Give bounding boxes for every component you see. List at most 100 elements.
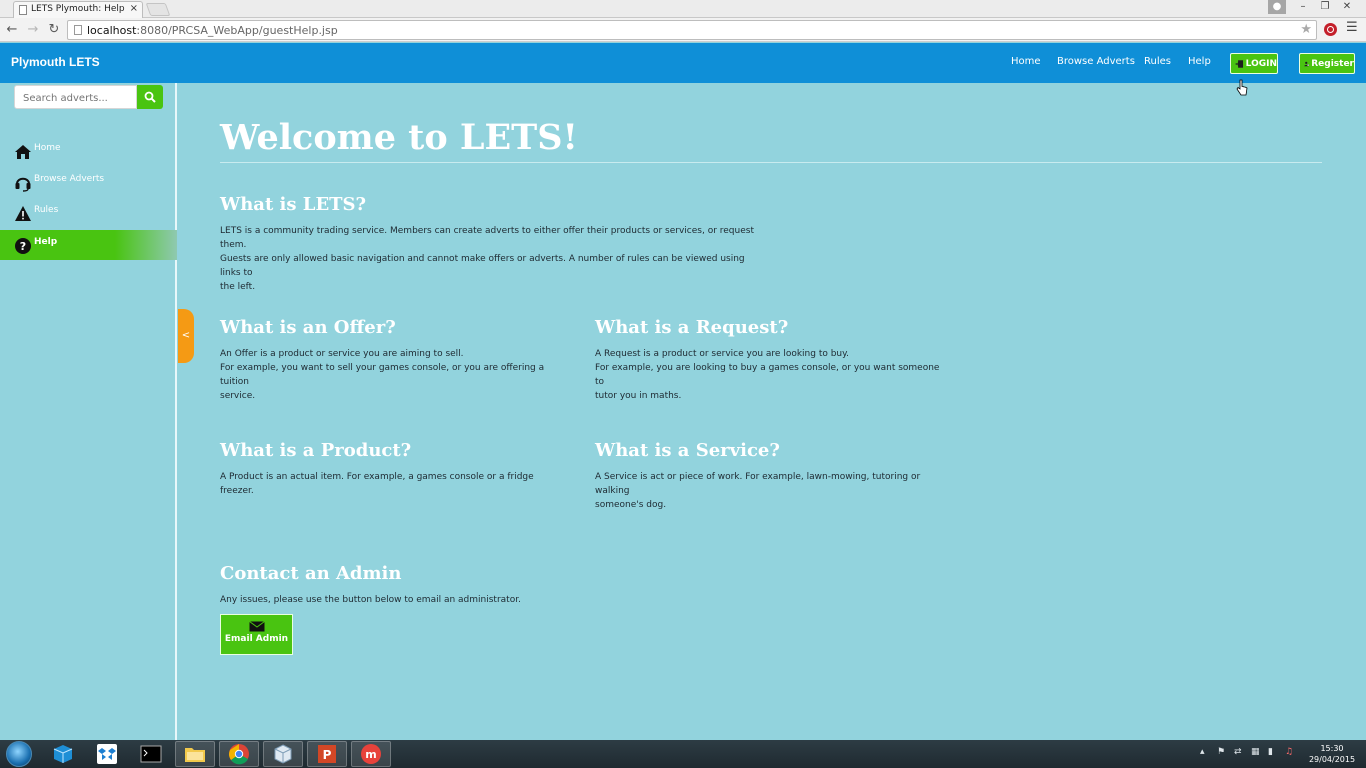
cube-app-icon bbox=[53, 745, 73, 763]
sidebar-item-home[interactable]: Home bbox=[0, 136, 177, 166]
tab-close-icon[interactable]: × bbox=[130, 3, 138, 14]
section-heading-request: What is a Request? bbox=[595, 317, 789, 338]
new-tab-button[interactable] bbox=[145, 3, 171, 16]
product-text: A Product is an actual item. For example… bbox=[220, 472, 534, 496]
clock-time: 15:30 bbox=[1320, 744, 1344, 753]
main-content: Welcome to LETS! What is LETS? LETS is a… bbox=[179, 83, 1366, 740]
sidebar-item-label: Rules bbox=[34, 205, 59, 215]
restore-button[interactable]: ❐ bbox=[1314, 0, 1336, 14]
taskbar-app-chrome[interactable] bbox=[219, 741, 259, 767]
window-controls: ● – ❐ ✕ bbox=[1268, 0, 1358, 16]
sidebar-item-browse-adverts[interactable]: Browse Adverts bbox=[0, 167, 177, 197]
question-icon: ? bbox=[15, 238, 31, 254]
sidebar-item-label: Help bbox=[34, 237, 58, 247]
request-text: A Request is a product or service you ar… bbox=[595, 349, 940, 401]
taskbar-app-virtualbox[interactable] bbox=[43, 741, 83, 767]
browser-tab[interactable]: LETS Plymouth: Help × bbox=[13, 1, 143, 18]
recorder-icon: m bbox=[361, 744, 381, 764]
what-is-lets-text: LETS is a community trading service. Mem… bbox=[220, 226, 754, 292]
warning-icon bbox=[15, 206, 31, 221]
address-bar[interactable]: localhost:8080/PRCSA_WebApp/guestHelp.js… bbox=[67, 20, 1317, 40]
login-button[interactable]: LOGIN bbox=[1230, 53, 1278, 74]
section-heading-what-is-lets: What is LETS? bbox=[220, 194, 367, 215]
dropbox-icon bbox=[97, 744, 117, 764]
taskbar-app-terminal[interactable] bbox=[131, 741, 171, 767]
action-center-icon[interactable]: ⚑ bbox=[1217, 747, 1226, 758]
clock-date: 29/04/2015 bbox=[1308, 755, 1356, 764]
network-icon[interactable]: ▦ bbox=[1251, 747, 1260, 758]
search-button[interactable] bbox=[137, 85, 163, 109]
taskbar-app-explorer[interactable] bbox=[175, 741, 215, 767]
nav-link-browse-adverts[interactable]: Browse Adverts bbox=[1057, 56, 1135, 67]
search-field[interactable] bbox=[14, 85, 137, 110]
user-icon[interactable]: ● bbox=[1268, 0, 1286, 14]
extension-icon[interactable] bbox=[1324, 23, 1337, 36]
start-button[interactable] bbox=[6, 741, 32, 767]
section-heading-contact: Contact an Admin bbox=[220, 563, 402, 584]
nav-link-home[interactable]: Home bbox=[1011, 56, 1041, 67]
page-icon bbox=[74, 25, 82, 35]
svg-text:m: m bbox=[365, 748, 376, 761]
section-heading-offer: What is an Offer? bbox=[220, 317, 396, 338]
svg-text:P: P bbox=[323, 748, 332, 762]
headset-icon bbox=[15, 177, 31, 192]
section-heading-product: What is a Product? bbox=[220, 440, 412, 461]
site-navbar: Plymouth LETS Home Browse Adverts Rules … bbox=[0, 43, 1366, 83]
sidebar-item-label: Home bbox=[34, 143, 61, 153]
sidebar-item-rules[interactable]: Rules bbox=[0, 198, 177, 228]
search-input[interactable] bbox=[23, 87, 135, 110]
tray-expand-icon[interactable]: ▴ bbox=[1200, 747, 1209, 758]
search-icon bbox=[144, 91, 156, 103]
login-label: LOGIN bbox=[1245, 58, 1277, 69]
box-app-icon bbox=[274, 744, 292, 764]
powerpoint-icon: P bbox=[318, 745, 336, 763]
title-divider bbox=[220, 162, 1322, 163]
add-user-icon bbox=[1304, 61, 1310, 66]
envelope-icon bbox=[248, 621, 265, 632]
url-text[interactable]: localhost:8080/PRCSA_WebApp/guestHelp.js… bbox=[87, 24, 338, 37]
chrome-icon bbox=[229, 744, 249, 765]
close-window-button[interactable]: ✕ bbox=[1336, 0, 1358, 14]
page-title: Welcome to LETS! bbox=[220, 117, 578, 158]
sidebar-item-label: Browse Adverts bbox=[34, 174, 105, 184]
mouse-cursor-icon bbox=[1236, 79, 1248, 96]
site-brand[interactable]: Plymouth LETS bbox=[11, 55, 100, 69]
email-admin-label: Email Admin bbox=[224, 634, 289, 644]
svg-text:?: ? bbox=[20, 240, 26, 253]
volume-muted-icon[interactable]: ♫ bbox=[1285, 747, 1294, 758]
minimize-button[interactable]: – bbox=[1292, 0, 1314, 14]
register-label: Register bbox=[1311, 58, 1354, 69]
system-tray: ▴ ⚑ ⇄ ▦ ▮ ♫ bbox=[1200, 747, 1294, 758]
taskbar-app-powerpoint[interactable]: P bbox=[307, 741, 347, 767]
forward-icon[interactable]: → bbox=[24, 20, 42, 40]
login-icon bbox=[1235, 59, 1244, 68]
offer-text: An Offer is a product or service you are… bbox=[220, 349, 545, 401]
power-icon[interactable]: ▮ bbox=[1268, 747, 1277, 758]
service-text: A Service is act or piece of work. For e… bbox=[595, 472, 921, 510]
home-icon bbox=[15, 145, 31, 159]
terminal-icon bbox=[140, 745, 162, 763]
sync-icon[interactable]: ⇄ bbox=[1234, 747, 1243, 758]
taskbar-app-recorder[interactable]: m bbox=[351, 741, 391, 767]
nav-link-rules[interactable]: Rules bbox=[1144, 56, 1171, 67]
taskbar-app-dropbox[interactable] bbox=[87, 741, 127, 767]
page-icon bbox=[19, 5, 27, 15]
os-taskbar: P m ▴ ⚑ ⇄ ▦ ▮ ♫ 15:30 29/04/2015 bbox=[0, 740, 1366, 768]
taskbar-app-sketchup[interactable] bbox=[263, 741, 303, 767]
bookmark-star-icon[interactable]: ★ bbox=[1300, 22, 1312, 37]
folder-icon bbox=[185, 748, 205, 762]
sidebar-item-help[interactable]: ? Help bbox=[0, 230, 177, 260]
browser-menu-icon[interactable]: ☰ bbox=[1346, 20, 1358, 35]
reload-icon[interactable]: ↻ bbox=[45, 20, 63, 40]
sidebar: Home Browse Adverts Rules ? Help bbox=[0, 83, 177, 740]
section-heading-service: What is a Service? bbox=[595, 440, 780, 461]
back-icon[interactable]: ← bbox=[3, 20, 21, 40]
register-button[interactable]: Register bbox=[1299, 53, 1355, 74]
browser-tabstrip: LETS Plymouth: Help × ● – ❐ ✕ bbox=[0, 0, 1366, 18]
browser-toolbar: ← → ↻ localhost:8080/PRCSA_WebApp/guestH… bbox=[0, 18, 1366, 42]
contact-text: Any issues, please use the button below … bbox=[220, 595, 521, 605]
email-admin-button[interactable]: Email Admin bbox=[220, 614, 293, 655]
nav-link-help[interactable]: Help bbox=[1188, 56, 1211, 67]
taskbar-clock[interactable]: 15:30 29/04/2015 bbox=[1308, 743, 1356, 765]
tab-title: LETS Plymouth: Help bbox=[31, 4, 125, 14]
